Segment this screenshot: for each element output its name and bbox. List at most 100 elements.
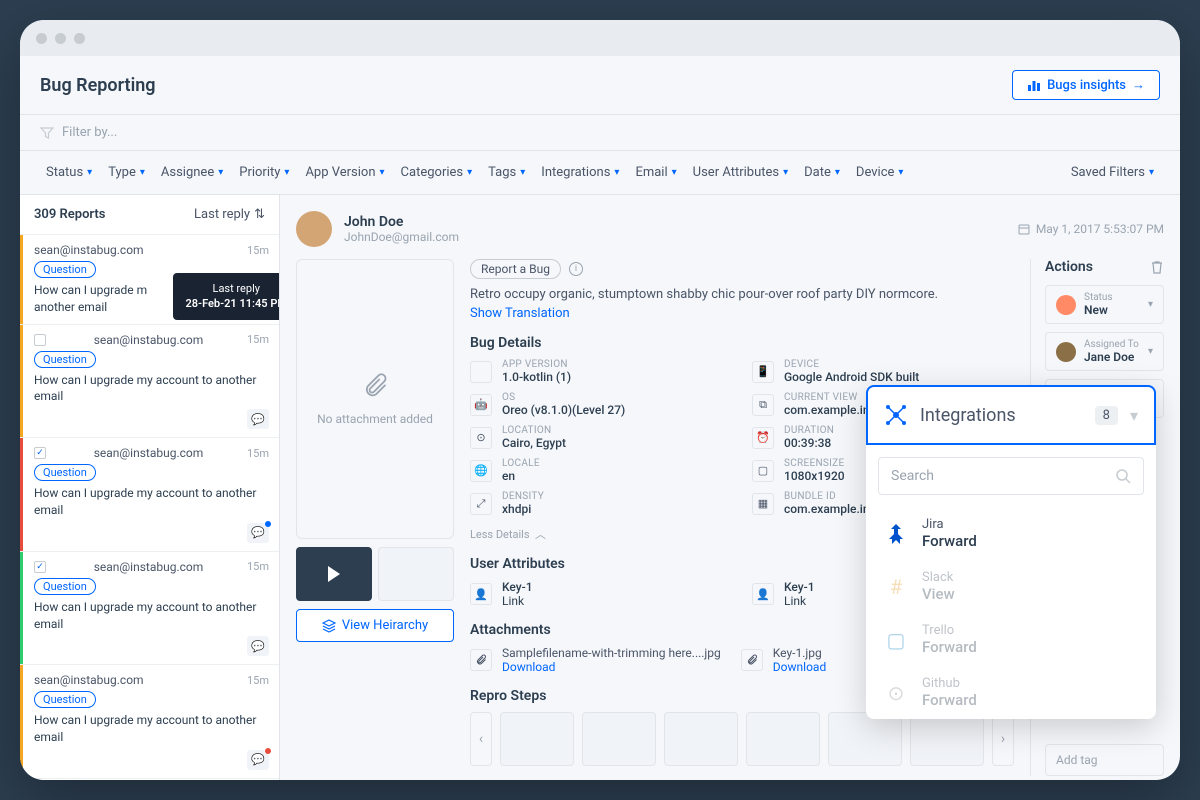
chevron-down-icon: ▾ (218, 167, 223, 178)
trello-icon: ▢ (882, 626, 910, 654)
info-icon[interactable]: i (569, 262, 583, 276)
show-translation-link[interactable]: Show Translation (470, 306, 1014, 321)
report-tag: Question (34, 261, 96, 278)
traffic-light-close[interactable] (36, 33, 47, 44)
bug-detail-field: 📱DEVICEGoogle Android SDK built (752, 359, 1014, 384)
report-tag: Question (34, 691, 96, 708)
repro-thumbnail[interactable] (910, 712, 984, 766)
field-icon: ▦ (752, 493, 774, 515)
filter-chip-date[interactable]: Date▾ (798, 161, 846, 184)
filter-icon (40, 126, 54, 140)
field-icon: ⏰ (752, 427, 774, 449)
trash-icon[interactable] (1150, 260, 1164, 274)
report-item[interactable]: sean@instabug.com15mQuestionHow can I up… (20, 664, 279, 778)
repro-prev-button[interactable]: ‹ (470, 712, 492, 766)
traffic-light-min[interactable] (55, 33, 66, 44)
filter-chip-app-version[interactable]: App Version▾ (299, 161, 390, 184)
report-item[interactable]: sean@instabug.com15mQuestionHow can I up… (20, 324, 279, 438)
report-text: How can I upgrade my account to another … (34, 372, 269, 406)
paperclip-icon (470, 649, 492, 671)
report-item[interactable]: ✓sean@instabug.com15mQuestionHow can I u… (20, 437, 279, 551)
integration-item-github[interactable]: ⊙GithubForward (866, 666, 1156, 719)
integrations-icon (884, 403, 908, 427)
paperclip-icon (741, 649, 763, 671)
chevron-down-icon: ▾ (1148, 299, 1153, 310)
filter-chip-categories[interactable]: Categories▾ (395, 161, 479, 184)
chevron-down-icon: ▾ (467, 167, 472, 178)
filter-chip-priority[interactable]: Priority▾ (233, 161, 295, 184)
bug-detail-field: ⤢DENSITYxhdpi (470, 491, 732, 516)
repro-thumbnail[interactable] (828, 712, 902, 766)
status-selector[interactable]: StatusNew ▾ (1045, 285, 1164, 324)
user-attribute-field: 👤Key-1Link (470, 580, 732, 608)
filter-chip-device[interactable]: Device▾ (850, 161, 910, 184)
bug-detail-field: 🌐LOCALEen (470, 458, 732, 483)
bug-details-heading: Bug Details (470, 335, 1014, 351)
checkbox-checked-icon[interactable]: ✓ (34, 447, 46, 459)
add-tag-input[interactable]: Add tag (1045, 744, 1164, 776)
chevron-down-icon: ▾ (87, 167, 92, 178)
integrations-search-input[interactable]: Search (878, 457, 1144, 495)
filter-chip-user-attributes[interactable]: User Attributes▾ (687, 161, 794, 184)
field-icon: ▢ (752, 460, 774, 482)
report-tag: Question (34, 578, 96, 595)
bugs-insights-button[interactable]: Bugs insights → (1012, 70, 1160, 100)
download-link[interactable]: Download (502, 660, 721, 674)
integration-item-slack[interactable]: #SlackView (866, 560, 1156, 613)
jira-icon (882, 520, 910, 548)
actions-heading: Actions (1045, 259, 1093, 275)
report-timestamp: May 1, 2017 5:53:07 PM (1018, 222, 1164, 236)
integration-item-trello[interactable]: ▢TrelloForward (866, 613, 1156, 666)
report-email: sean@instabug.com (34, 673, 144, 687)
filter-bar[interactable]: Filter by... (20, 115, 1180, 151)
paperclip-icon (361, 372, 389, 400)
bar-chart-icon (1027, 78, 1041, 92)
chevron-down-icon[interactable]: ▾ (1130, 406, 1138, 425)
chevron-down-icon: ▾ (520, 167, 525, 178)
traffic-light-max[interactable] (74, 33, 85, 44)
reports-count: 309 Reports (34, 207, 105, 222)
slack-icon: # (882, 573, 910, 601)
field-icon: 📱 (752, 361, 774, 383)
last-reply-tooltip: Last reply 28-Feb-21 11:45 PM (173, 273, 280, 320)
repro-next-button[interactable]: › (992, 712, 1014, 766)
download-link[interactable]: Download (773, 660, 826, 674)
repro-thumbnail[interactable] (500, 712, 574, 766)
chevron-down-icon: ▾ (898, 167, 903, 178)
report-item[interactable]: ✓sean@instabug.com15mQuestionHow can I u… (20, 778, 279, 780)
repro-thumbnail[interactable] (582, 712, 656, 766)
saved-filters-button[interactable]: Saved Filters▾ (1065, 161, 1160, 184)
report-item[interactable]: ✓sean@instabug.com15mQuestionHow can I u… (20, 551, 279, 665)
field-icon: 🤖 (470, 394, 492, 416)
checkbox-checked-icon[interactable]: ✓ (34, 561, 46, 573)
report-tag: Question (34, 351, 96, 368)
filter-chip-integrations[interactable]: Integrations▾ (535, 161, 625, 184)
chevron-down-icon: ▾ (380, 167, 385, 178)
repro-thumbnail[interactable] (664, 712, 738, 766)
search-placeholder: Search (891, 468, 1115, 484)
report-text: How can I upgrade my account to another … (34, 712, 269, 746)
attachment-dropzone[interactable]: No attachment added (296, 259, 454, 539)
filter-chip-assignee[interactable]: Assignee▾ (155, 161, 229, 184)
user-icon: 👤 (752, 583, 774, 605)
bug-detail-field: 🤖OSOreo (v8.1.0)(Level 27) (470, 392, 732, 417)
filter-chip-status[interactable]: Status▾ (40, 161, 98, 184)
filter-chip-email[interactable]: Email▾ (629, 161, 682, 184)
chat-icon: 💬 (247, 636, 269, 656)
integration-item-jira[interactable]: JiraForward (866, 507, 1156, 560)
video-thumbnail[interactable] (296, 547, 372, 601)
filter-chip-tags[interactable]: Tags▾ (482, 161, 531, 184)
play-icon (328, 566, 340, 582)
checkbox-icon[interactable] (34, 334, 46, 346)
view-hierarchy-button[interactable]: View Heirarchy (296, 609, 454, 642)
repro-thumbnail[interactable] (746, 712, 820, 766)
filter-placeholder: Filter by... (62, 125, 117, 140)
filter-chip-type[interactable]: Type▾ (102, 161, 151, 184)
attachment-empty-text: No attachment added (317, 412, 433, 426)
sort-control[interactable]: Last reply ⇅ (194, 207, 265, 222)
chat-icon: 💬 (247, 523, 269, 543)
screenshot-thumbnail[interactable] (378, 547, 454, 601)
assignee-selector[interactable]: Assigned ToJane Doe ▾ (1045, 332, 1164, 371)
bug-detail-field: ⊙LOCATIONCairo, Egypt (470, 425, 732, 450)
field-icon: ⊙ (470, 427, 492, 449)
